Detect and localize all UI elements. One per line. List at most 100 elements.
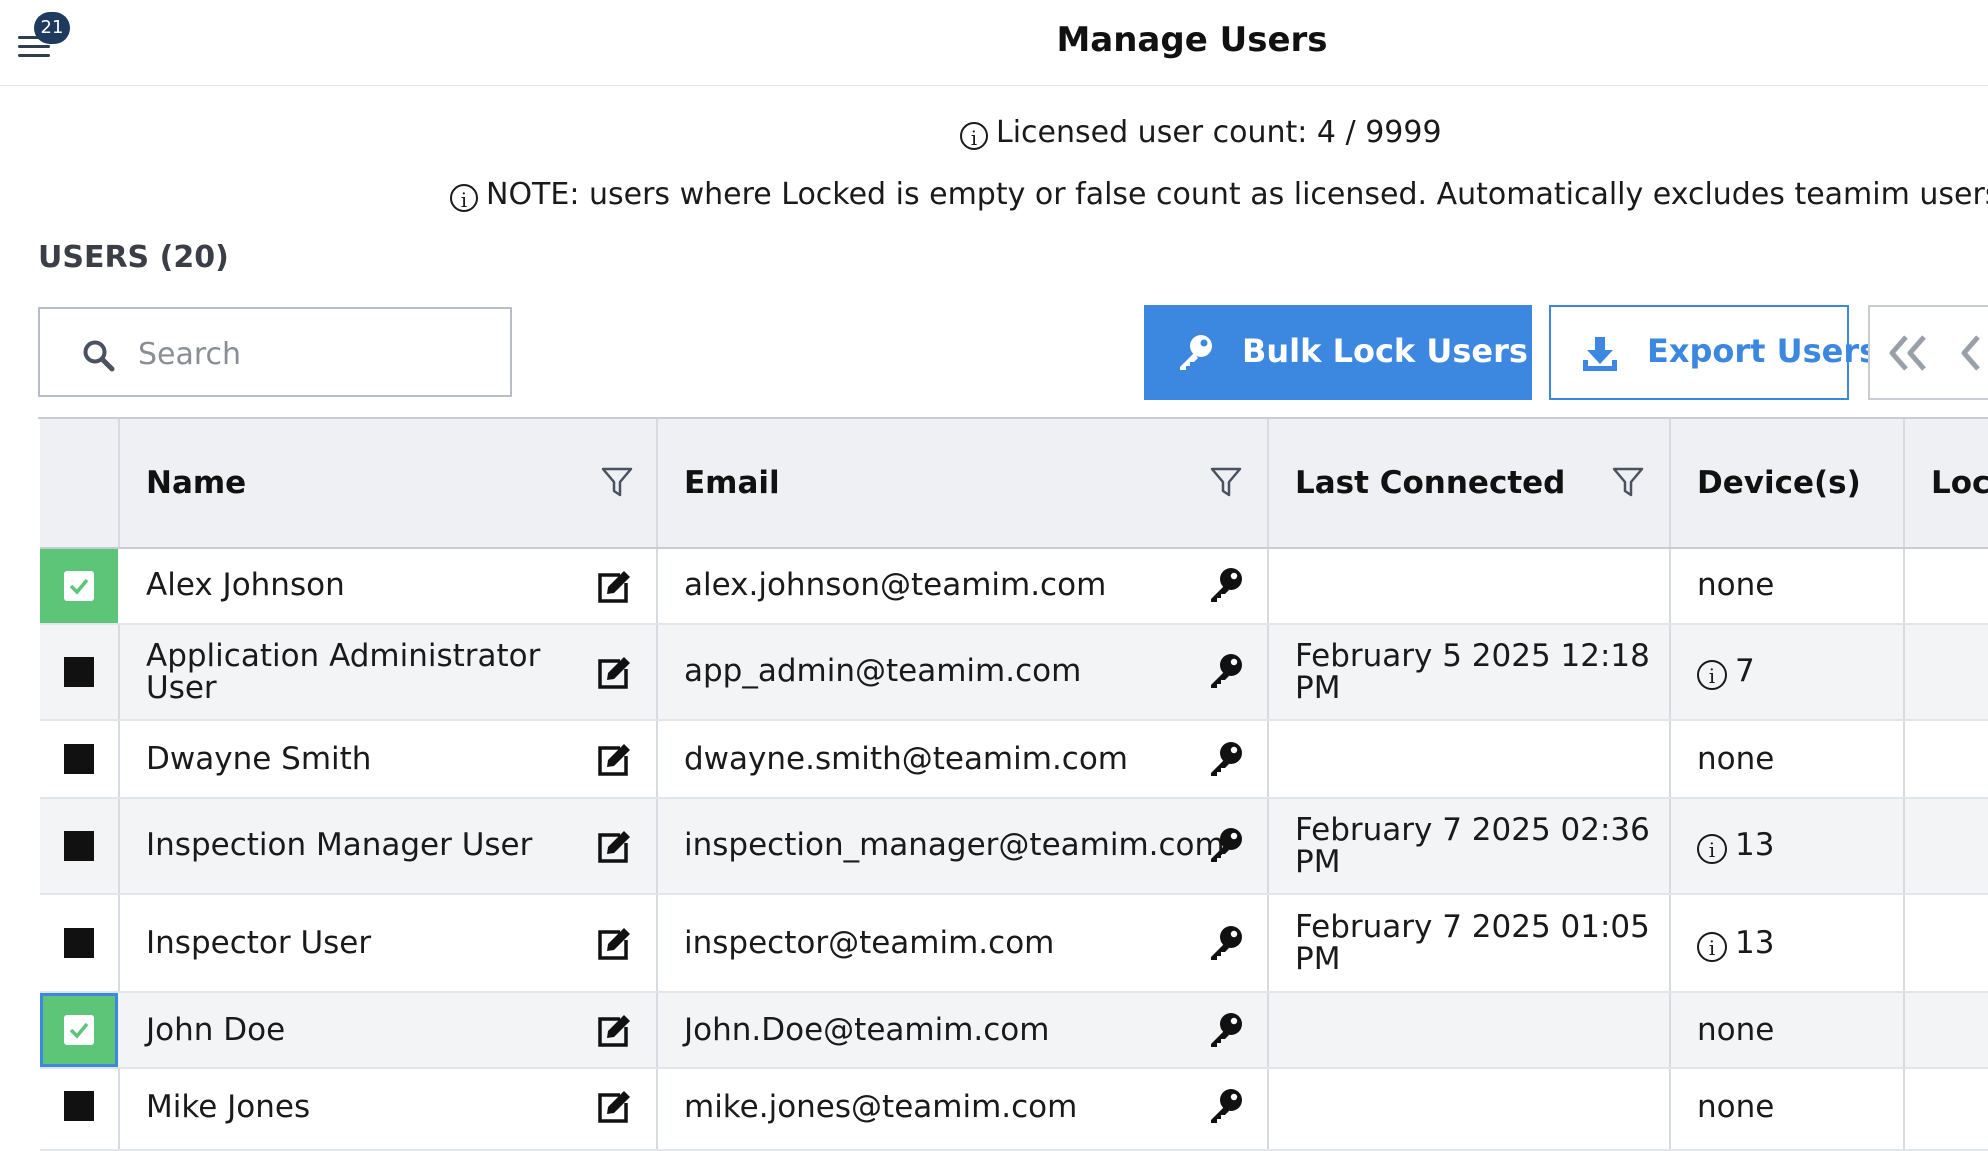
last-connected-line1: February 7 2025 01:05 [1295,909,1650,945]
column-header-name[interactable]: Name [120,419,658,547]
name-cell: Dwayne Smith [120,721,658,797]
edit-icon[interactable] [596,742,632,776]
search-input[interactable] [136,329,490,379]
info-icon: i [1697,834,1727,864]
table-row[interactable]: Application Administrator User app_admin… [40,625,1988,721]
chevron-left-icon[interactable] [1956,333,1986,373]
info-icon: i [960,122,988,150]
last-connected-cell [1269,993,1671,1067]
edit-icon[interactable] [596,926,632,960]
row-select-checkbox[interactable] [64,1091,94,1121]
key-icon[interactable] [1209,567,1243,603]
row-select-checkbox[interactable] [64,928,94,958]
user-email: inspection_manager@teamim.com [684,827,1225,863]
name-cell: Application Administrator User [120,625,658,719]
column-header-email[interactable]: Email [658,419,1269,547]
devices-value: none [1697,1012,1775,1048]
page-title: Manage Users [1056,20,1328,60]
double-chevron-left-icon[interactable] [1886,333,1930,373]
row-select-checkbox[interactable] [64,657,94,687]
user-email: dwayne.smith@teamim.com [684,741,1129,777]
table-row[interactable]: John Doe John.Doe@teamim.com none [40,993,1988,1069]
table-row[interactable]: Dwayne Smith dwayne.smith@teamim.com non… [40,721,1988,799]
email-cell: alex.johnson@teamim.com [658,549,1269,623]
edit-icon[interactable] [596,655,632,689]
table-header-row: Name Email Last Connected Device(s) Lock [40,419,1988,549]
key-icon[interactable] [1209,741,1243,777]
last-connected-line2: PM [1295,941,1341,977]
edit-icon[interactable] [596,569,632,603]
user-email: inspector@teamim.com [684,925,1055,961]
user-name: Inspection Manager User [146,827,533,863]
users-section-title: USERS (20) [38,240,229,275]
table-row[interactable]: Mike Jones mike.jones@teamim.com none [40,1069,1988,1151]
row-select-checkbox[interactable] [64,744,94,774]
column-header-locked[interactable]: Lock [1905,419,1988,547]
locked-cell [1905,721,1988,797]
row-select-checkbox[interactable] [40,549,118,623]
search-icon [83,340,115,372]
table-row[interactable]: Inspection Manager User inspection_manag… [40,799,1988,895]
row-select-checkbox[interactable] [64,831,94,861]
email-cell: app_admin@teamim.com [658,625,1269,719]
row-select-checkbox[interactable] [40,993,118,1067]
last-connected-cell [1269,721,1671,797]
bulk-lock-users-button[interactable]: Bulk Lock Users (2) [1144,305,1591,400]
checkmark-icon [64,1015,94,1045]
key-icon[interactable] [1209,1088,1243,1124]
devices-count: 13 [1735,827,1775,863]
last-connected-line2: PM [1295,844,1341,880]
column-header-devices[interactable]: Device(s) [1671,419,1905,547]
name-cell: Alex Johnson [120,549,658,623]
edit-icon[interactable] [596,1089,632,1123]
search-box[interactable] [38,307,512,397]
last-connected-line1: February 7 2025 02:36 [1295,812,1650,848]
last-connected-line1: February 5 2025 12:18 [1295,638,1650,674]
pagination [1868,305,1988,400]
filter-icon[interactable] [1209,465,1243,499]
edit-icon[interactable] [596,829,632,863]
user-name: Alex Johnson [146,567,345,603]
licensed-count-text: Licensed user count: 4 / 9999 [996,115,1442,150]
devices-value: none [1697,567,1775,603]
user-name: Dwayne Smith [146,741,372,777]
user-name: John Doe [146,1012,286,1048]
devices-value[interactable]: i 13 [1697,927,1774,962]
column-header-email-label: Email [684,465,780,501]
user-email: alex.johnson@teamim.com [684,567,1107,603]
devices-value[interactable]: i 13 [1697,829,1774,864]
export-users-button[interactable]: Export Users [1549,305,1878,400]
last-connected-cell [1269,1069,1671,1149]
row-select-cell [40,625,120,719]
export-users-label: Export Users [1647,332,1879,370]
table-row[interactable]: Inspector User inspector@teamim.com Febr… [40,895,1988,993]
key-icon[interactable] [1209,925,1243,961]
filter-icon[interactable] [600,465,634,499]
devices-cell: none [1671,549,1905,623]
edit-icon[interactable] [596,1013,632,1047]
column-header-last-connected-label: Last Connected [1295,465,1566,501]
locked-cell [1905,625,1988,719]
user-name-line1: Application Administrator [146,638,541,674]
name-cell: John Doe [120,993,658,1067]
key-icon[interactable] [1209,653,1243,689]
table-row[interactable]: Alex Johnson alex.johnson@teamim.com non… [40,549,1988,625]
key-icon[interactable] [1209,827,1243,863]
last-connected-cell [1269,549,1671,623]
row-select-cell [40,799,120,893]
bulk-lock-users-label: Bulk Lock Users (2) [1242,332,1591,370]
column-header-devices-label: Device(s) [1697,465,1861,501]
licensed-user-count: i Licensed user count: 4 / 9999 [960,115,1442,150]
column-header-last-connected[interactable]: Last Connected [1269,419,1671,547]
email-cell: inspection_manager@teamim.com [658,799,1269,893]
key-icon[interactable] [1209,1012,1243,1048]
devices-value: none [1697,1089,1775,1125]
devices-cell: i7 [1671,625,1905,719]
devices-value[interactable]: i7 [1697,655,1755,690]
users-table: Name Email Last Connected Device(s) Lock… [38,417,1988,1151]
row-select-cell [40,721,120,797]
devices-cell: i 13 [1671,895,1905,991]
email-cell: inspector@teamim.com [658,895,1269,991]
filter-icon[interactable] [1611,465,1645,499]
last-connected-line2: PM [1295,670,1341,706]
